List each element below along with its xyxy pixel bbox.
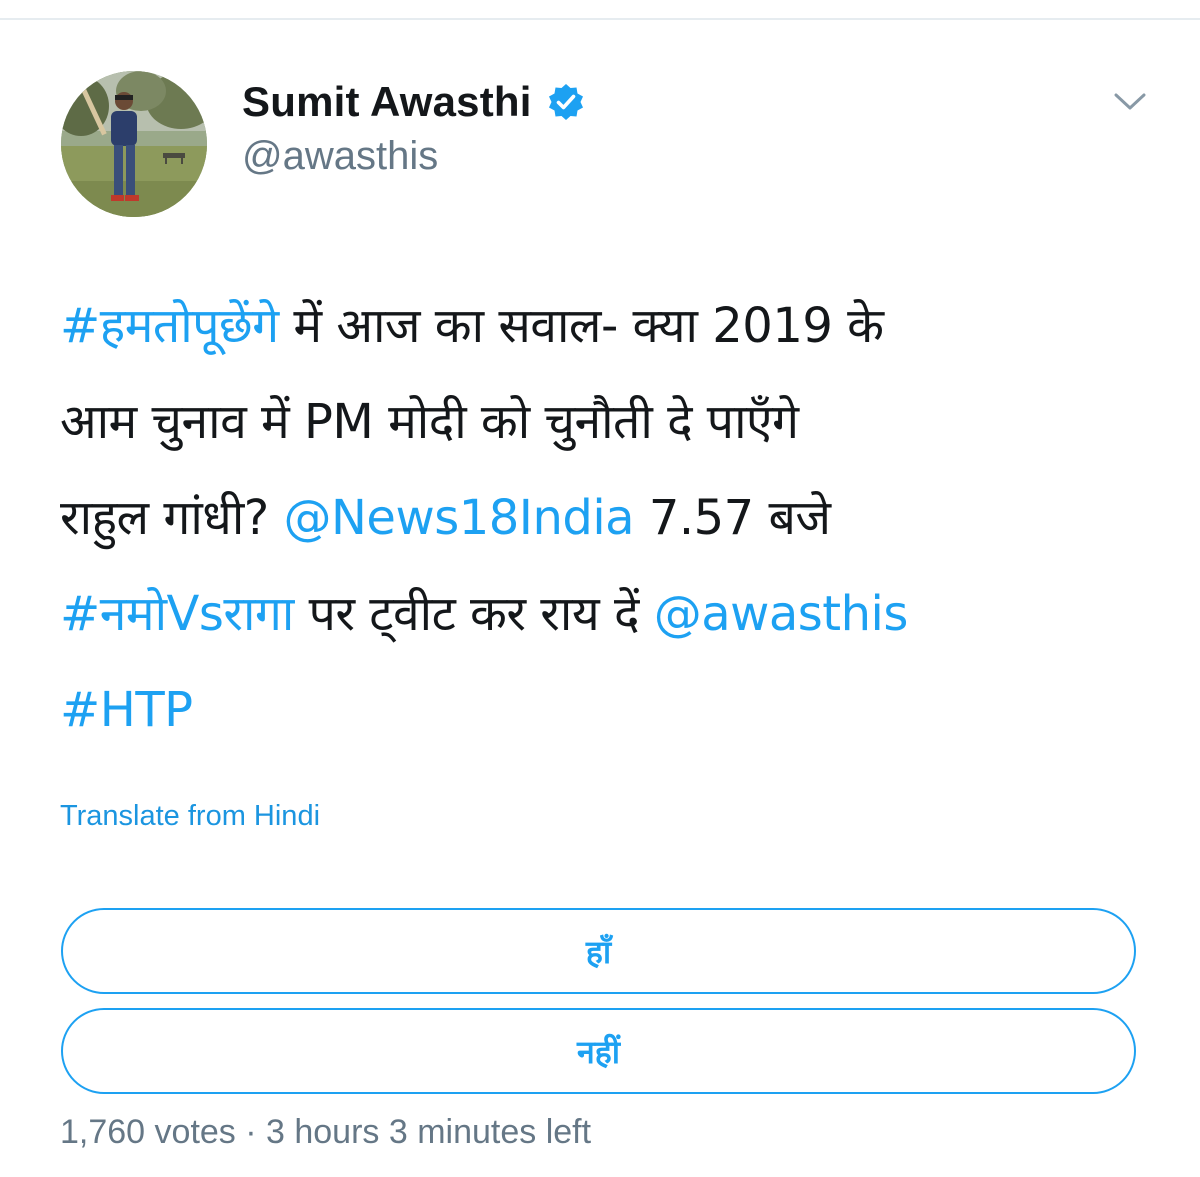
translate-link[interactable]: Translate from Hindi — [60, 800, 320, 833]
tweet-text-segment: 7.57 बजे — [634, 490, 831, 546]
user-handle[interactable]: @awasthis — [242, 134, 438, 179]
mention-link[interactable]: @News18India — [284, 490, 635, 546]
avatar[interactable] — [61, 71, 207, 217]
display-name[interactable]: Sumit Awasthi — [242, 78, 532, 126]
tweet-text-segment: पर ट्वीट कर राय दें — [293, 586, 654, 642]
avatar-photo — [61, 71, 207, 217]
tweet-line-4: #नमोVsरागा पर ट्वीट कर राय दें @awasthis — [60, 566, 1145, 662]
tweet-card: Sumit Awasthi @awasthis #हमतोपूछेंगे में… — [0, 0, 1200, 1177]
tweet-line-1: #हमतोपूछेंगे में आज का सवाल- क्या 2019 क… — [60, 278, 1145, 374]
poll-option-label: हाँ — [585, 932, 612, 971]
tweet-text: #हमतोपूछेंगे में आज का सवाल- क्या 2019 क… — [60, 278, 1145, 758]
poll-option-no[interactable]: नहीं — [61, 1008, 1136, 1094]
tweet-text-segment: आम चुनाव में PM मोदी को चुनौती दे पाएँगे — [60, 394, 799, 450]
tweet-line-5: #HTP — [60, 662, 1145, 758]
poll-meta: 1,760 votes · 3 hours 3 minutes left — [60, 1113, 592, 1151]
verified-badge-icon — [546, 82, 586, 122]
hashtag-link[interactable]: #HTP — [60, 682, 193, 738]
name-row: Sumit Awasthi — [242, 74, 586, 130]
chevron-down-icon[interactable] — [1110, 86, 1150, 116]
poll-option-label: नहीं — [576, 1032, 621, 1071]
poll-option-yes[interactable]: हाँ — [61, 908, 1136, 994]
mention-link[interactable]: @awasthis — [654, 586, 909, 642]
tweet-text-segment: राहुल गांधी? — [60, 490, 284, 546]
tweet-line-2: आम चुनाव में PM मोदी को चुनौती दे पाएँगे — [60, 374, 1145, 470]
hashtag-link[interactable]: #नमोVsरागा — [60, 586, 294, 642]
tweet-text-segment: में आज का सवाल- क्या 2019 के — [278, 298, 884, 354]
tweet-line-3: राहुल गांधी? @News18India 7.57 बजे — [60, 470, 1145, 566]
hashtag-link[interactable]: #हमतोपूछेंगे — [60, 298, 279, 354]
